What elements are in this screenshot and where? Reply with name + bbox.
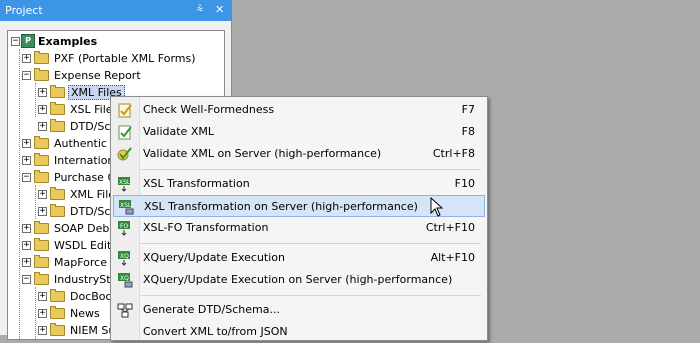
menu-item-xquery-execution[interactable]: XQ XQuery/Update Execution Alt+F10 <box>113 247 485 269</box>
expand-icon[interactable]: + <box>38 292 47 301</box>
collapse-icon[interactable]: − <box>22 275 31 284</box>
folder-icon <box>50 204 65 217</box>
tree-item-label: IndustrySta <box>54 273 118 286</box>
tree-item-label: Authentic S <box>54 137 118 150</box>
folder-icon <box>50 289 65 302</box>
menu-item-label: XSL Transformation <box>143 177 250 190</box>
menu-item-label: XSL-FO Transformation <box>143 221 269 234</box>
menu-item-check-well-formedness[interactable]: Check Well-Formedness F7 <box>113 99 485 121</box>
tree-item-label: WSDL Edito <box>54 239 118 252</box>
pin-icon[interactable]: ⩯ <box>197 4 203 15</box>
folder-icon <box>50 323 65 336</box>
tree-item-label: SOAP Debu <box>54 222 117 235</box>
menu-separator <box>141 295 481 296</box>
folder-icon <box>50 306 65 319</box>
folder-icon <box>50 187 65 200</box>
expand-icon[interactable]: + <box>22 224 31 233</box>
project-titlebar: Project ⩯ ✕ <box>0 0 232 21</box>
expand-icon[interactable]: + <box>38 88 47 97</box>
svg-text:XQ: XQ <box>120 275 129 282</box>
expand-icon[interactable]: + <box>38 309 47 318</box>
menu-item-label: Validate XML on Server (high-performance… <box>143 147 382 160</box>
generate-schema-icon <box>117 303 133 318</box>
menu-item-shortcut: Alt+F10 <box>430 251 475 264</box>
menu-item-label: XQuery/Update Execution on Server (high-… <box>143 273 453 286</box>
menu-item-label: Generate DTD/Schema... <box>143 303 280 316</box>
svg-text:XQ: XQ <box>120 253 129 260</box>
project-icon: P <box>21 34 35 48</box>
folder-icon <box>34 272 49 285</box>
menu-item-label: XQuery/Update Execution <box>143 251 285 264</box>
menu-item-validate-xml[interactable]: Validate XML F8 <box>113 121 485 143</box>
menu-item-label: Validate XML <box>143 125 214 138</box>
menu-item-shortcut: F10 <box>454 177 475 190</box>
menu-item-shortcut: Ctrl+F10 <box>425 221 475 234</box>
fo-icon: FO <box>118 221 130 236</box>
folder-icon <box>34 238 49 251</box>
folder-icon <box>34 221 49 234</box>
tree-item-label: Expense Report <box>54 69 141 82</box>
collapse-icon[interactable]: − <box>22 71 31 80</box>
menu-separator <box>141 243 481 244</box>
tree-guide-line <box>19 49 20 339</box>
folder-icon <box>34 255 49 268</box>
menu-separator <box>141 169 481 170</box>
menu-item-xsl-fo-transformation[interactable]: FO XSL-FO Transformation Ctrl+F10 <box>113 217 485 239</box>
close-icon[interactable]: ✕ <box>215 3 224 16</box>
expand-icon[interactable]: + <box>38 122 47 131</box>
folder-icon <box>34 51 49 64</box>
expand-icon[interactable]: + <box>22 139 31 148</box>
folder-icon <box>50 119 65 132</box>
menu-item-xquery-execution-server[interactable]: XQ XQuery/Update Execution on Server (hi… <box>113 269 485 291</box>
expand-icon[interactable]: + <box>22 258 31 267</box>
xq-server-icon: XQ <box>118 273 133 288</box>
menu-item-generate-dtd-schema[interactable]: Generate DTD/Schema... <box>113 299 485 321</box>
menu-item-shortcut: F8 <box>461 125 475 138</box>
folder-icon <box>34 170 49 183</box>
folder-icon <box>50 85 65 98</box>
tree-guide-line <box>35 185 36 219</box>
tree-item-label: PXF (Portable XML Forms) <box>54 52 196 65</box>
collapse-icon[interactable]: − <box>11 37 20 46</box>
check-wellformed-icon <box>118 103 132 118</box>
expand-icon[interactable]: + <box>38 326 47 335</box>
expand-icon[interactable]: + <box>22 54 31 63</box>
menu-item-shortcut: F7 <box>461 103 475 116</box>
menu-item-label: Convert XML to/from JSON <box>143 325 288 338</box>
expand-icon[interactable]: + <box>22 241 31 250</box>
validate-icon <box>118 125 132 140</box>
folder-icon <box>50 102 65 115</box>
xsl-server-icon: XSL <box>119 200 134 215</box>
menu-item-validate-server[interactable]: Validate XML on Server (high-performance… <box>113 143 485 165</box>
validate-server-icon <box>117 147 132 161</box>
tree-root-label: Examples <box>38 35 98 48</box>
folder-icon <box>34 136 49 149</box>
folder-icon <box>34 153 49 166</box>
tree-guide-line <box>35 83 36 117</box>
tree-item-label: News <box>70 307 100 320</box>
menu-item-label: XSL Transformation on Server (high-perfo… <box>144 200 418 213</box>
xsl-icon: XSL <box>118 177 131 192</box>
panel-title: Project <box>5 4 43 17</box>
mouse-pointer-icon <box>430 197 444 217</box>
menu-item-label: Check Well-Formedness <box>143 103 275 116</box>
tree-item-label: Purchase O <box>54 171 117 184</box>
context-menu: Check Well-Formedness F7 Validate XML F8… <box>110 96 488 341</box>
expand-icon[interactable]: + <box>22 156 31 165</box>
xq-icon: XQ <box>118 251 130 266</box>
menu-item-shortcut: Ctrl+F8 <box>432 147 475 160</box>
collapse-icon[interactable]: − <box>22 173 31 182</box>
folder-icon <box>34 68 49 81</box>
svg-text:XSL: XSL <box>120 202 132 209</box>
svg-text:XSL: XSL <box>119 179 131 186</box>
menu-item-convert-json[interactable]: Convert XML to/from JSON <box>113 321 485 343</box>
tree-guide-line <box>35 287 36 339</box>
expand-icon[interactable]: + <box>38 105 47 114</box>
tree-item-label: MapForce <box>54 256 107 269</box>
expand-icon[interactable]: + <box>38 190 47 199</box>
svg-text:FO: FO <box>120 223 128 230</box>
menu-item-xsl-transformation[interactable]: XSL XSL Transformation F10 <box>113 173 485 195</box>
expand-icon[interactable]: + <box>38 207 47 216</box>
